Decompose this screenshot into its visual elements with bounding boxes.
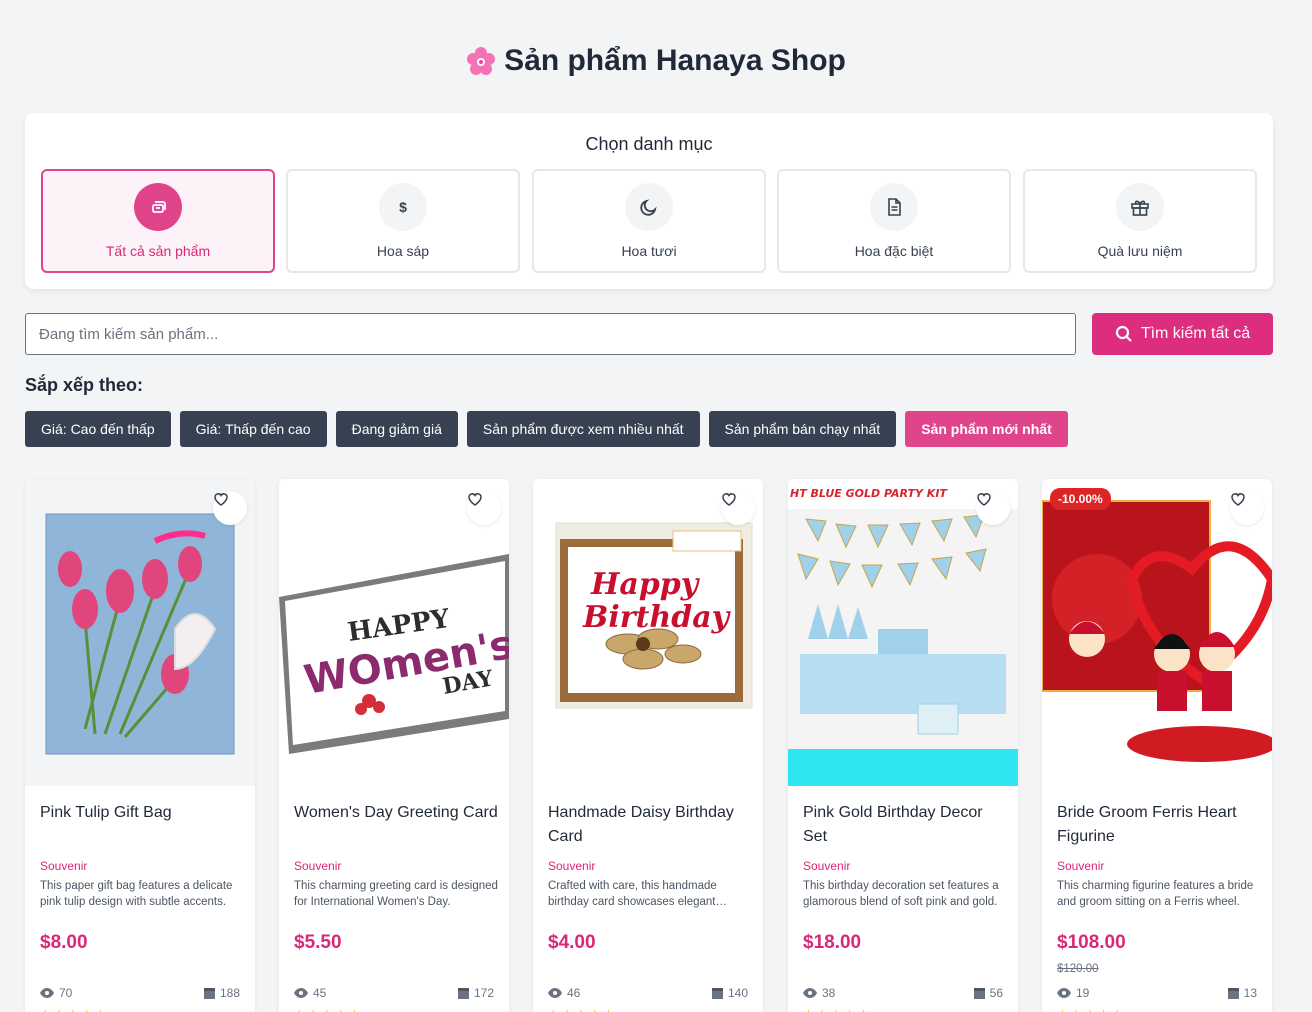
rating-stars: ★★★★★ [803,1007,872,1012]
product-name[interactable]: Handmade Daisy Birthday Card [548,801,753,849]
category-fresh-flowers[interactable]: Hoa tươi [532,169,766,273]
moon-icon [625,183,673,231]
sort-most-viewed[interactable]: Sản phẩm được xem nhiều nhất [466,411,700,447]
product-name[interactable]: Pink Gold Birthday Decor Set [803,801,1008,849]
original-price: $120.00 [1057,963,1099,975]
product-description: This birthday decoration set features a … [803,880,999,908]
product-description: This charming greeting card is designed … [294,880,498,908]
box-icon [973,987,985,999]
rating-stars: ★★★★★ [294,1007,363,1012]
sold-count: 140 [711,986,748,1000]
category-label: Hoa đặc biệt [854,243,934,259]
search-button-label: Tìm kiếm tất cả [1140,325,1251,342]
sort-label: Sắp xếp theo: [25,375,144,395]
product-name[interactable]: Bride Groom Ferris Heart Figurine [1057,801,1262,849]
product-card[interactable]: Pink Tulip Gift Bag Souvenir This paper … [25,479,255,1012]
sort-on-sale[interactable]: Đang giảm giá [335,411,458,447]
search-all-button[interactable]: Tìm kiếm tất cả [1092,313,1273,355]
product-image[interactable]: -10.00% [1042,479,1272,786]
view-count: 45 [294,986,326,1000]
view-count: 46 [548,986,580,1000]
view-count: 70 [40,986,72,1000]
sold-count: 13 [1227,986,1257,1000]
product-category: Souvenir [40,859,88,873]
product-price: $4.00 [548,932,596,953]
category-all-products[interactable]: Tất cả sản phẩm [41,169,275,273]
search-icon [1115,325,1132,342]
search-input[interactable] [25,313,1076,355]
product-category: Souvenir [803,859,851,873]
product-description: This charming figurine features a bride … [1057,880,1254,908]
sort-price-low-high[interactable]: Giá: Thấp đến cao [179,411,327,447]
eye-icon [1057,988,1071,998]
view-count: 38 [803,986,835,1000]
product-category: Souvenir [548,859,596,873]
discount-badge: -10.00% [1050,488,1111,510]
wishlist-heart-icon[interactable] [213,491,247,525]
wishlist-heart-icon[interactable] [721,491,755,525]
category-wax-flowers[interactable]: $ Hoa sáp [286,169,520,273]
box-icon [711,987,723,999]
category-special-flowers[interactable]: Hoa đặc biệt [777,169,1011,273]
category-souvenirs[interactable]: Quà lưu niệm [1023,169,1257,273]
gift-icon [1116,183,1164,231]
kit-banner-text: HT BLUE GOLD PARTY KIT [790,487,948,500]
category-label: Hoa tươi [621,243,677,259]
layers-icon [134,183,182,231]
page-title-text: Sản phẩm Hanaya Shop [504,44,846,77]
category-label: Tất cả sản phẩm [105,243,211,259]
product-category: Souvenir [1057,859,1105,873]
eye-icon [803,988,817,998]
product-card[interactable]: Happy Birthday Handmade Daisy Birthday C… [533,479,763,1012]
card-text-happy: Happy [590,567,701,602]
product-price: $18.00 [803,932,862,953]
sold-count: 56 [973,986,1003,1000]
product-price: $8.00 [40,932,88,953]
sold-count: 172 [457,986,494,1000]
product-card[interactable]: HT BLUE GOLD PARTY KIT Pink Gold Birthda… [788,479,1018,1012]
product-price: $5.50 [294,932,342,953]
product-image[interactable]: Happy Birthday [533,479,763,786]
box-icon [203,987,215,999]
dollar-icon: $ [379,183,427,231]
page-title: Sản phẩm Hanaya Shop [0,44,1312,78]
eye-icon [40,988,54,998]
category-panel: Chọn danh mục Tất cả sản phẩm $ Hoa sáp … [25,113,1273,289]
product-image[interactable] [25,479,255,786]
product-name[interactable]: Women's Day Greeting Card [294,801,499,825]
box-icon [457,987,469,999]
view-count: 19 [1057,986,1089,1000]
product-description: This paper gift bag features a delicate … [40,880,233,908]
wishlist-heart-icon[interactable] [467,491,501,525]
product-description: Crafted with care, this handmade birthda… [548,880,717,908]
wishlist-heart-icon[interactable] [1230,491,1264,525]
product-image[interactable]: HT BLUE GOLD PARTY KIT [788,479,1018,786]
rating-stars: ★★★★★ [40,1007,109,1012]
document-icon [870,183,918,231]
product-name[interactable]: Pink Tulip Gift Bag [40,801,245,825]
sort-newest[interactable]: Sản phẩm mới nhất [905,411,1068,447]
cherry-blossom-icon [467,47,496,75]
product-category: Souvenir [294,859,342,873]
sold-count: 188 [203,986,240,1000]
box-icon [1227,987,1239,999]
eye-icon [548,988,562,998]
category-heading: Chọn danh mục [585,134,713,154]
category-label: Quà lưu niệm [1097,243,1183,259]
wishlist-heart-icon[interactable] [976,491,1010,525]
sort-price-high-low[interactable]: Giá: Cao đến thấp [25,411,171,447]
rating-stars: ★★★★★ [1057,1007,1126,1012]
product-card[interactable]: -10.00% Bride Groom Ferris Heart Figurin… [1042,479,1272,1012]
rating-stars: ★★★★★ [548,1007,617,1012]
sort-options: Giá: Cao đến thấp Giá: Thấp đến cao Đang… [25,411,1068,447]
sort-best-selling[interactable]: Sản phẩm bán chạy nhất [708,411,897,447]
product-image[interactable]: HAPPY WOmen's DAY [279,479,509,786]
category-label: Hoa sáp [376,243,430,259]
product-price: $108.00 [1057,932,1126,953]
eye-icon [294,988,308,998]
product-card[interactable]: HAPPY WOmen's DAY Women's Day Greeting C… [279,479,509,1012]
